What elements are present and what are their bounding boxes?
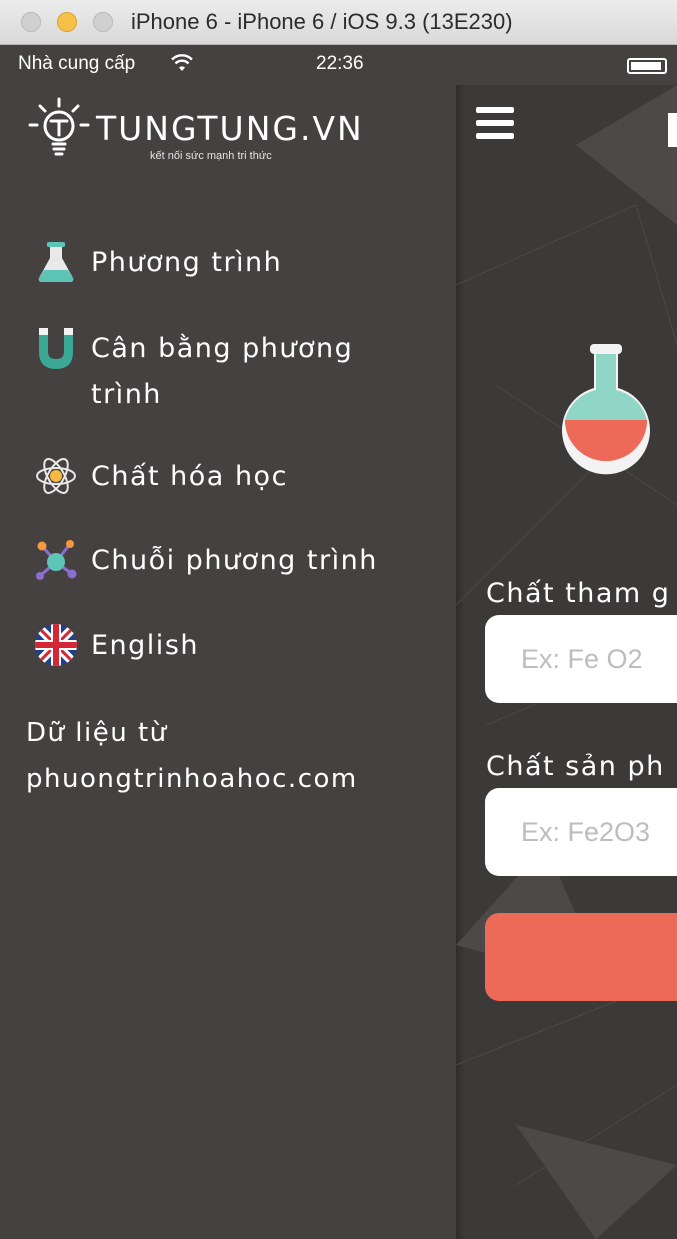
reactants-label: Chất tham g [486,578,671,609]
status-bar: Nhà cung cấp 22:36 [0,45,677,85]
reactants-input[interactable] [485,615,677,703]
atom-icon [36,458,76,494]
zoom-window-button[interactable] [93,12,113,32]
logo-tagline: kết nối sức mạnh tri thức [150,150,272,162]
menu-item-label: Phương trình [91,247,283,278]
search-button[interactable] [485,913,677,1001]
header-title-fragment [668,113,677,147]
flask-icon [38,242,74,282]
wifi-icon [171,54,193,71]
app-logo: TUNGTUNG.VN kết nối sức mạnh tri thức [26,95,396,165]
products-label: Chất sản ph [486,751,665,782]
main-panel: Chất tham g Chất sản ph [456,85,677,1239]
logo-wordmark: TUNGTUNG.VN [96,109,364,148]
battery-icon [627,58,667,74]
chemistry-flask-icon [562,344,650,475]
side-drawer: TUNGTUNG.VN kết nối sức mạnh tri thức Ph… [0,85,456,1239]
products-input[interactable] [485,788,677,876]
lightbulb-icon [28,97,90,156]
window-title: iPhone 6 - iPhone 6 / iOS 9.3 (13E230) [131,9,513,34]
menu-toggle-button[interactable] [476,107,514,139]
minimize-window-button[interactable] [57,12,77,32]
data-source-credit: Dữ liệu từ phuongtrinhoahoc.com [26,718,358,794]
molecule-icon [36,540,77,580]
menu-item-label: Cân bằng phương trình [91,333,354,410]
magnet-icon [39,328,73,369]
close-window-button[interactable] [21,12,41,32]
carrier-label: Nhà cung cấp [18,53,136,74]
simulator-title-bar: iPhone 6 - iPhone 6 / iOS 9.3 (13E230) [0,0,677,45]
uk-flag-icon [35,624,77,666]
menu-item-label: Chuỗi phương trình [91,545,378,576]
menu-item-label: English [91,630,199,661]
menu-item-label: Chất hóa học [91,461,288,492]
status-time: 22:36 [316,53,364,74]
